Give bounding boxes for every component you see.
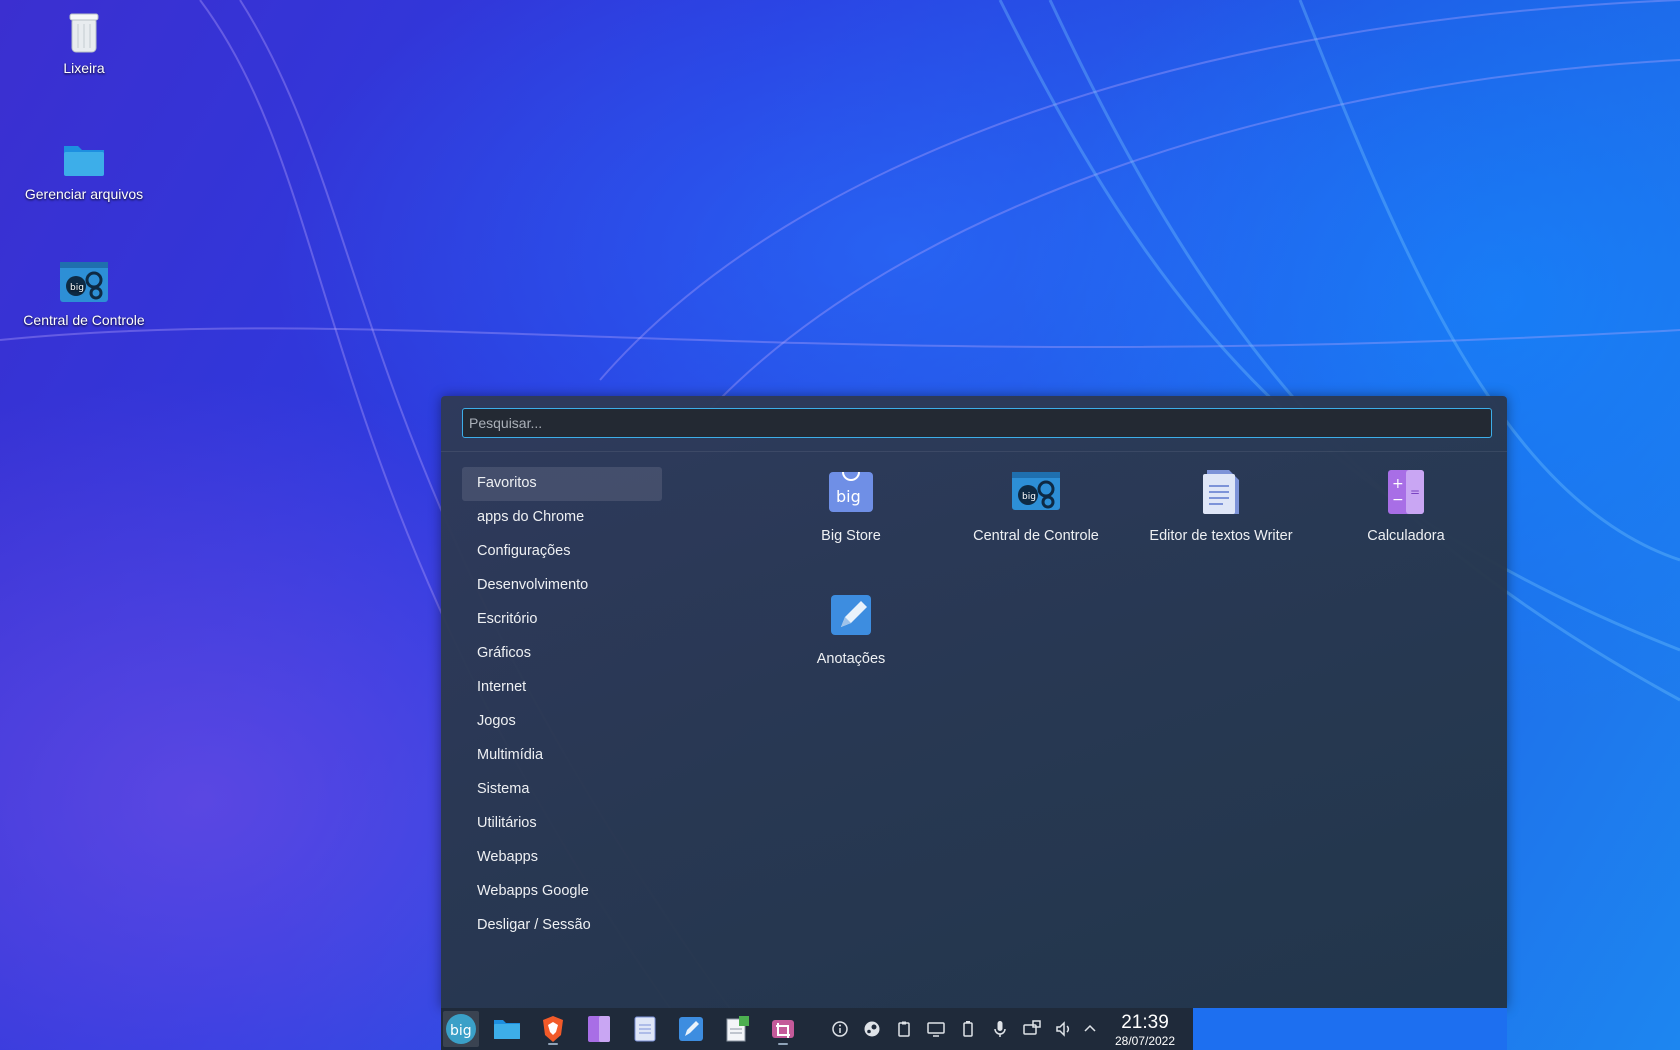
app-label: Calculadora xyxy=(1367,528,1445,544)
svg-text:+: + xyxy=(1392,476,1404,492)
desktop-icon-label: Central de Controle xyxy=(23,312,145,328)
chevron-up-icon[interactable] xyxy=(1081,1020,1099,1038)
panel-spacer xyxy=(1193,1008,1507,1050)
search-input[interactable] xyxy=(462,408,1492,438)
app-notes[interactable]: Anotações xyxy=(761,591,941,667)
clock-time[interactable]: 21:39 xyxy=(1100,1012,1190,1034)
display-icon[interactable] xyxy=(927,1020,945,1038)
brave-browser-icon xyxy=(543,1016,563,1042)
battery-icon[interactable] xyxy=(959,1020,977,1038)
app-calculator[interactable]: + − = Calculadora xyxy=(1316,468,1496,544)
app-big-store[interactable]: big Big Store xyxy=(761,468,941,544)
clipboard-icon[interactable] xyxy=(895,1020,913,1038)
svg-text:−: − xyxy=(1392,492,1404,508)
microphone-icon[interactable] xyxy=(991,1020,1009,1038)
search-box xyxy=(462,408,1492,438)
desktop-icon-label: Gerenciar arquivos xyxy=(24,186,144,202)
app-label: Central de Controle xyxy=(973,528,1099,544)
taskbar-notes[interactable] xyxy=(673,1011,709,1047)
trash-icon xyxy=(69,13,99,53)
running-indicator xyxy=(548,1043,558,1045)
taskbar-calculator[interactable] xyxy=(581,1011,617,1047)
category-multimedia[interactable]: Multimídia xyxy=(462,739,662,773)
taskbar-file-manager[interactable] xyxy=(489,1011,525,1047)
category-games[interactable]: Jogos xyxy=(462,705,662,739)
app-label: Big Store xyxy=(821,528,881,544)
desktop-icon-trash[interactable]: Lixeira xyxy=(10,8,158,76)
taskbar-document-viewer[interactable] xyxy=(719,1011,755,1047)
category-internet[interactable]: Internet xyxy=(462,671,662,705)
taskbar-brave-browser[interactable] xyxy=(535,1011,571,1047)
steam-icon[interactable] xyxy=(863,1020,881,1038)
app-control-center[interactable]: big Central de Controle xyxy=(946,468,1126,544)
writer-icon xyxy=(634,1016,656,1042)
screenshot-icon xyxy=(772,1020,794,1038)
svg-text:big: big xyxy=(836,487,861,506)
svg-text:=: = xyxy=(1410,485,1420,499)
desktop-icon-label: Lixeira xyxy=(63,60,105,76)
launcher-menu-icon: big xyxy=(446,1014,476,1044)
app-label: Anotações xyxy=(816,651,886,667)
calculator-icon: + − = xyxy=(1388,470,1424,514)
category-graphics[interactable]: Gráficos xyxy=(462,637,662,671)
launcher-menu-button[interactable]: big xyxy=(443,1011,479,1047)
network-icon[interactable] xyxy=(1023,1020,1041,1038)
notes-icon xyxy=(831,595,871,635)
category-utilities[interactable]: Utilitários xyxy=(462,807,662,841)
category-favorites[interactable]: Favoritos xyxy=(462,467,662,501)
notes-icon xyxy=(679,1017,703,1041)
control-center-icon: big xyxy=(60,262,108,302)
category-chrome-apps[interactable]: apps do Chrome xyxy=(462,501,662,535)
taskbar-writer[interactable] xyxy=(627,1011,663,1047)
running-indicator xyxy=(778,1043,788,1045)
category-webapps-google[interactable]: Webapps Google xyxy=(462,875,662,909)
volume-icon[interactable] xyxy=(1055,1020,1073,1038)
category-power-session[interactable]: Desligar / Sessão xyxy=(462,909,662,943)
document-viewer-icon xyxy=(726,1016,749,1042)
calculator-icon xyxy=(588,1016,610,1042)
taskbar: big 21:39 28/07/2022 xyxy=(441,1008,1193,1050)
desktop-icon-control-center[interactable]: big Central de Controle xyxy=(10,260,158,328)
file-manager-icon xyxy=(494,1020,520,1039)
application-launcher: Favoritos apps do Chrome Configurações D… xyxy=(441,396,1507,1008)
clock-date[interactable]: 28/07/2022 xyxy=(1100,1034,1190,1048)
desktop-icon-file-manager[interactable]: Gerenciar arquivos xyxy=(10,134,158,202)
svg-text:big: big xyxy=(1022,492,1036,502)
svg-text:big: big xyxy=(450,1023,472,1039)
taskbar-screenshot[interactable] xyxy=(765,1011,801,1047)
category-settings[interactable]: Configurações xyxy=(462,535,662,569)
category-list: Favoritos apps do Chrome Configurações D… xyxy=(462,467,662,943)
divider xyxy=(441,451,1507,452)
category-webapps[interactable]: Webapps xyxy=(462,841,662,875)
info-icon[interactable] xyxy=(831,1020,849,1038)
app-writer[interactable]: Editor de textos Writer xyxy=(1131,468,1311,544)
category-system[interactable]: Sistema xyxy=(462,773,662,807)
category-development[interactable]: Desenvolvimento xyxy=(462,569,662,603)
category-office[interactable]: Escritório xyxy=(462,603,662,637)
svg-text:big: big xyxy=(70,283,84,293)
writer-icon xyxy=(1203,470,1239,514)
app-label: Editor de textos Writer xyxy=(1149,528,1293,544)
folder-icon xyxy=(64,146,104,176)
control-center-icon: big xyxy=(1012,472,1060,510)
big-store-icon: big xyxy=(829,471,873,512)
